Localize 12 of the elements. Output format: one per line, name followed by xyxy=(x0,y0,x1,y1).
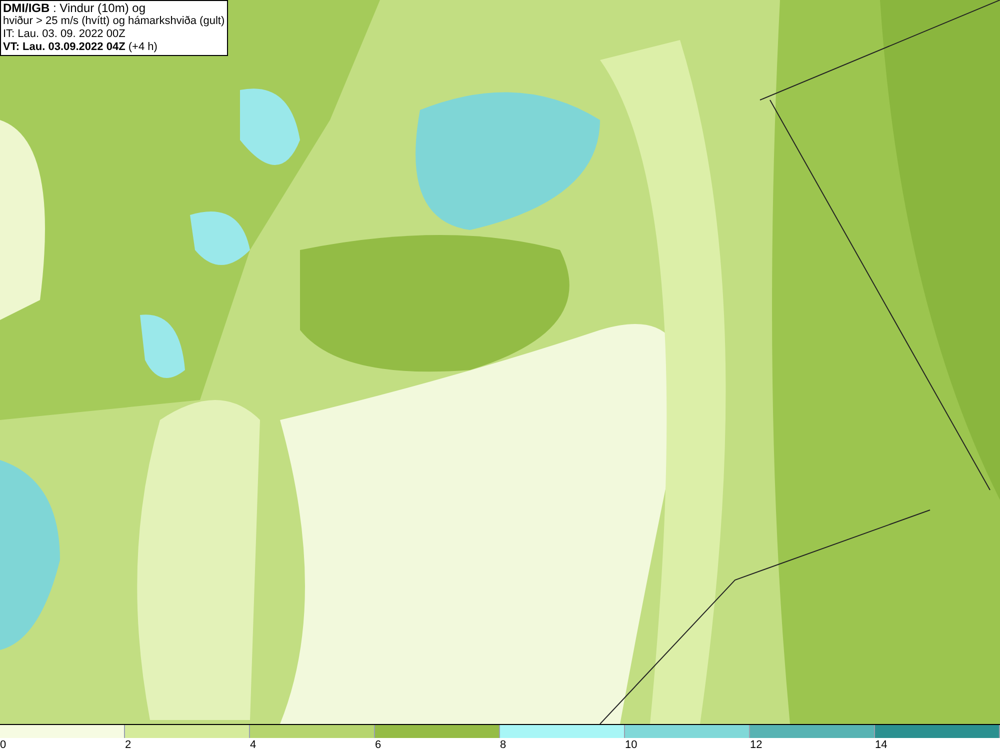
legend-label: 6 xyxy=(375,738,382,752)
info-line: VT: Lau. 03.09.2022 04Z (+4 h) xyxy=(3,41,158,54)
legend-label: 2 xyxy=(125,738,132,752)
info-line: IT: Lau. 03. 09. 2022 00Z xyxy=(3,28,126,41)
info-line: DMI/IGB : Vindur (10m) og xyxy=(3,2,146,15)
legend-label: 0 xyxy=(0,738,6,752)
legend-label: 4 xyxy=(250,738,256,752)
legend-label: 10 xyxy=(625,738,638,752)
info-line: hviður > 25 m/s (hvítt) og hámarkshviða (gult) xyxy=(3,15,225,28)
legend-label: 8 xyxy=(500,738,506,752)
legend-label: 12 xyxy=(750,738,762,752)
legend-label: 14 xyxy=(875,738,888,752)
